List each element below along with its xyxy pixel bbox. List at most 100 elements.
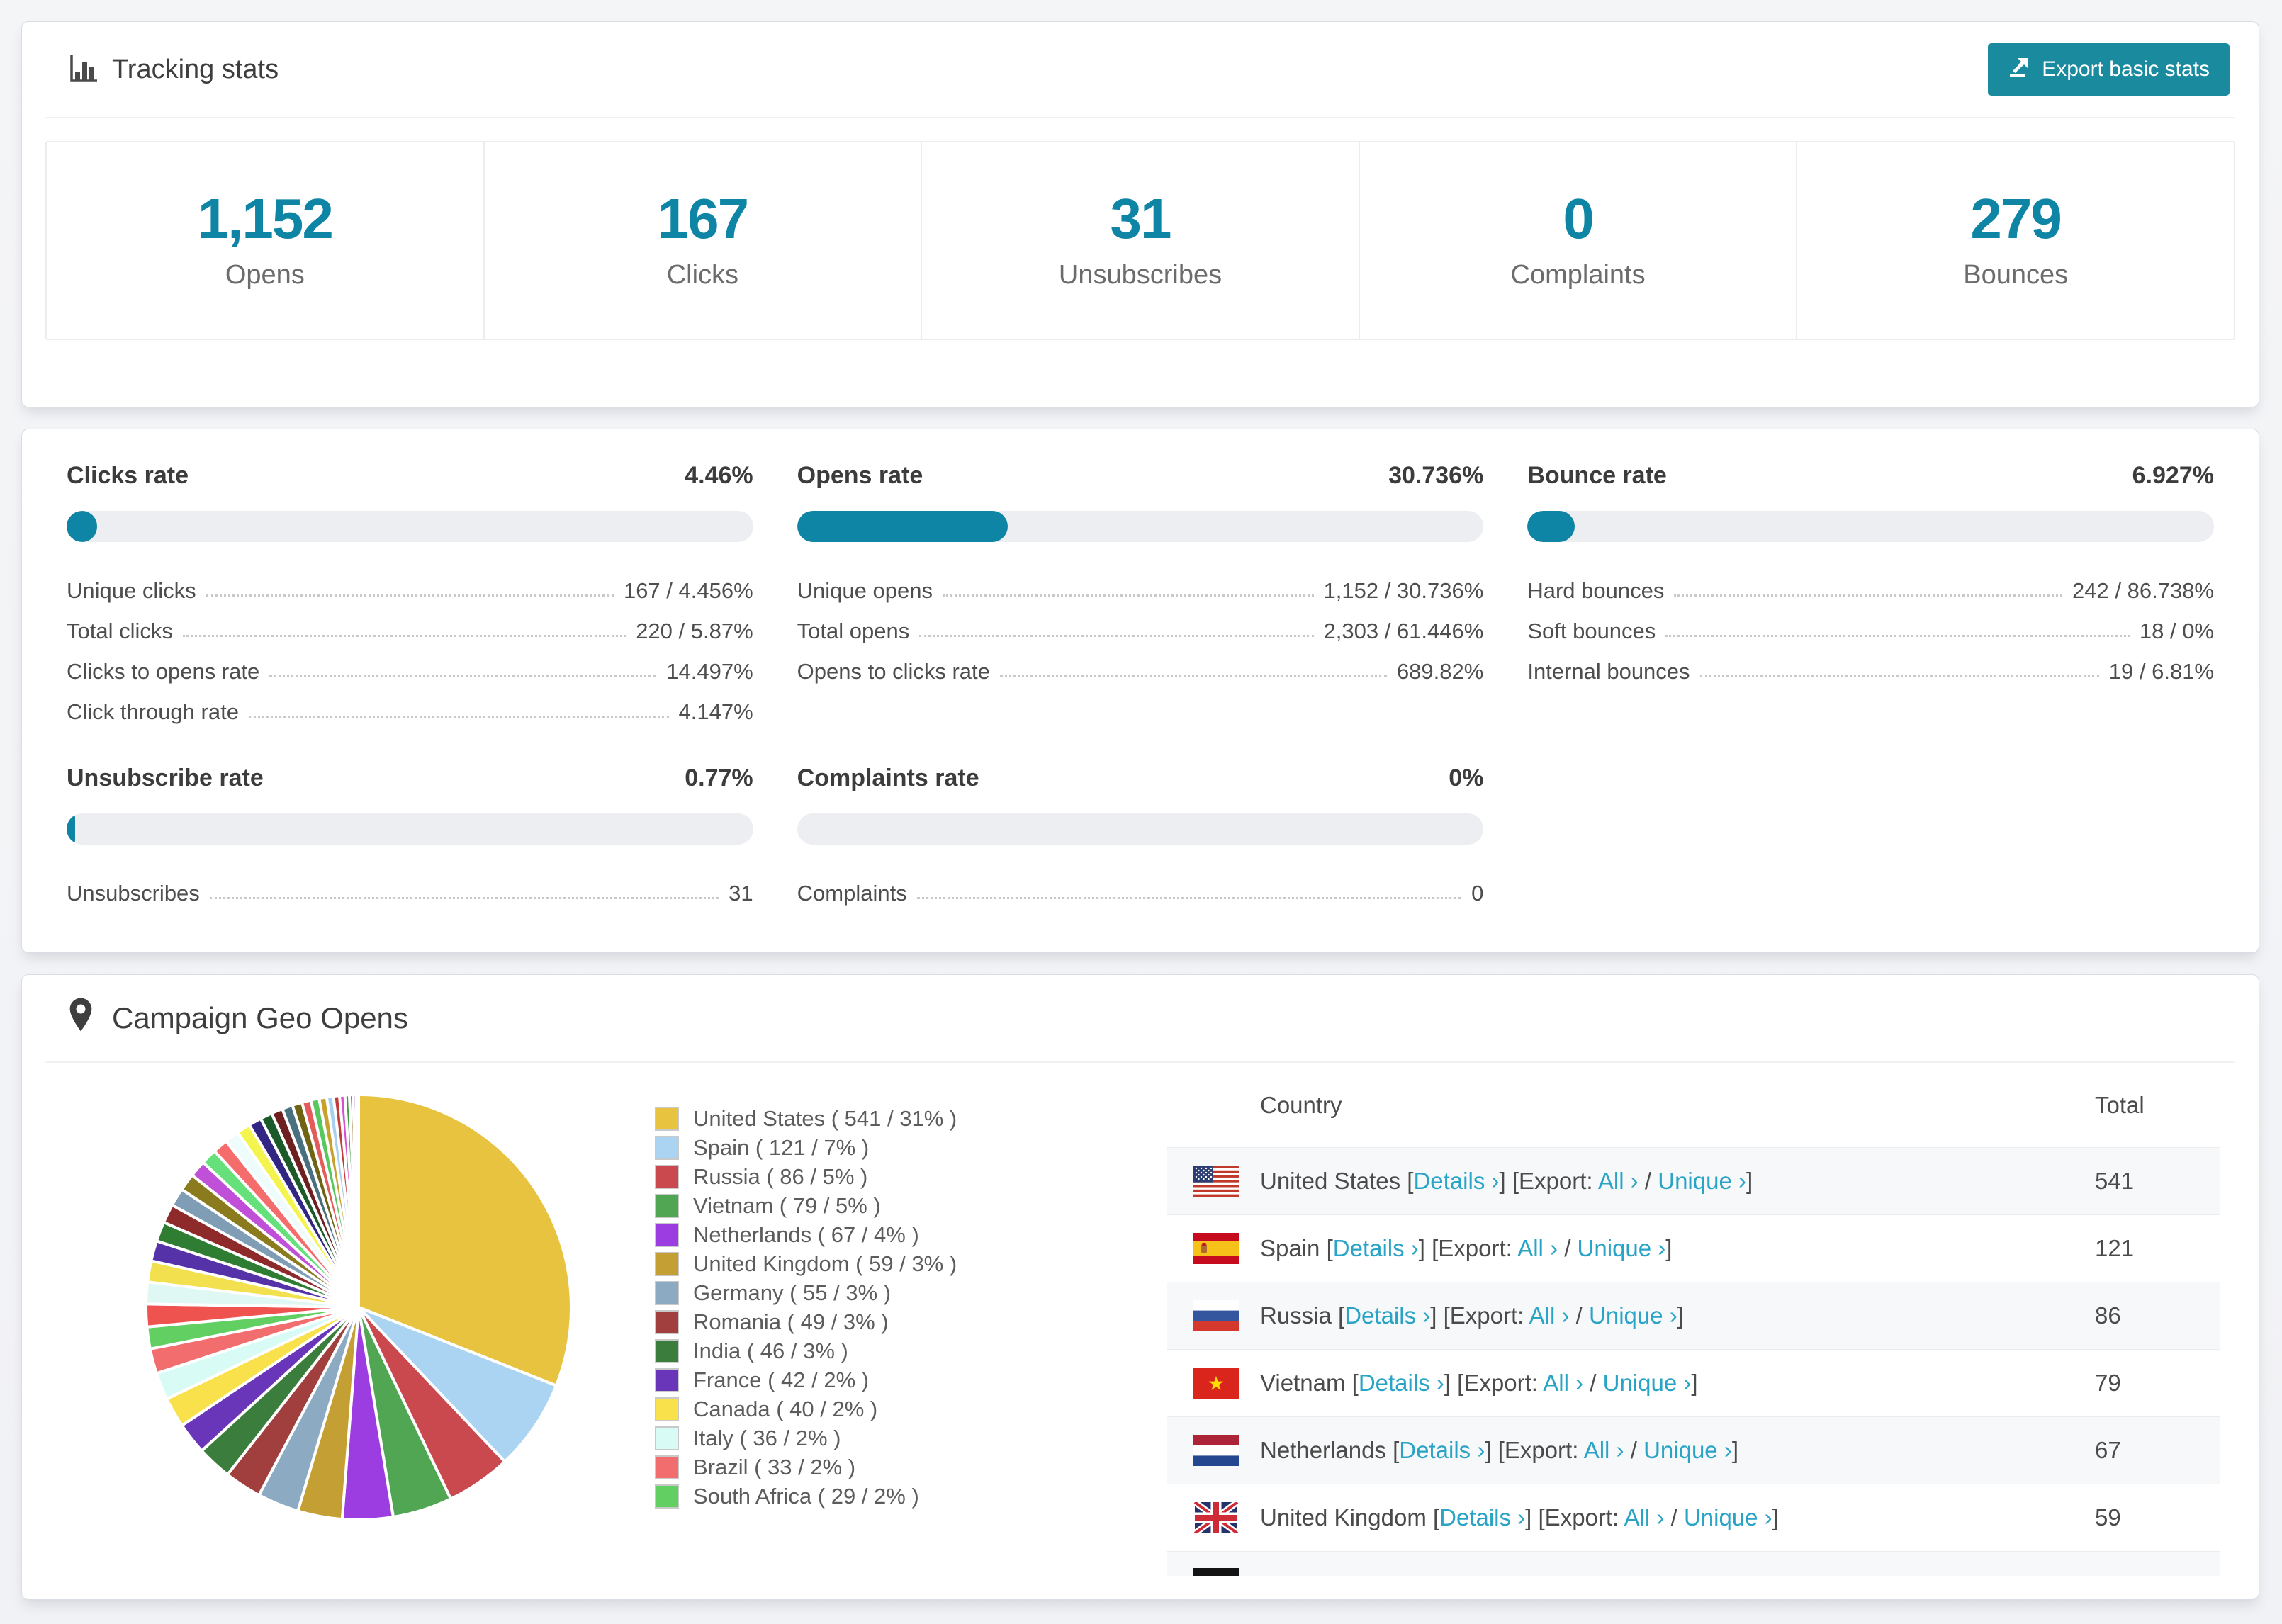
rate-stat-value: 0: [1471, 881, 1484, 906]
export-unique-link[interactable]: Unique ›: [1658, 1168, 1746, 1194]
rate-stat-label: Complaints: [797, 881, 907, 906]
geo-table-row: United States [Details ›] [Export: All ›…: [1167, 1148, 2220, 1215]
rate-stat-row: Opens to clicks rate 689.82%: [797, 644, 1484, 684]
flag-us-icon: [1193, 1166, 1239, 1197]
legend-label: United Kingdom ( 59 / 3% ): [693, 1251, 957, 1276]
dotted-leader: [209, 897, 719, 899]
export-all-link[interactable]: All ›: [1517, 1235, 1558, 1261]
legend-label: Brazil ( 33 / 2% ): [693, 1454, 856, 1479]
campaign-geo-opens-card: Campaign Geo Opens United States ( 541 /…: [21, 974, 2259, 1600]
rate-progress-bar: [67, 511, 753, 542]
tracking-stats-header: Tracking stats Export basic stats: [45, 22, 2235, 118]
rate-stat-row: Unique opens 1,152 / 30.736%: [797, 563, 1484, 604]
geo-table: Country Total United States [Details ›] …: [1167, 1063, 2220, 1576]
column-country: Country: [1260, 1091, 1342, 1118]
dotted-leader: [182, 635, 626, 637]
legend-item: France ( 42 / 2% ): [655, 1365, 957, 1394]
country-cell: United States [Details ›] [Export: All ›…: [1260, 1168, 1753, 1194]
rate-title: Bounce rate: [1527, 462, 1667, 489]
legend-swatch: [655, 1193, 679, 1218]
rate-stat-label: Click through rate: [67, 699, 239, 724]
geo-table-header: Country Total: [1167, 1063, 2220, 1148]
total-cell: 59: [2095, 1504, 2121, 1530]
geo-body: United States ( 541 / 31% ) Spain ( 121 …: [22, 1063, 2259, 1599]
rates-grid: Clicks rate 4.46% Unique clicks 167 / 4.…: [22, 429, 2259, 906]
stat-value: 31: [1110, 187, 1171, 250]
legend-swatch: [655, 1280, 679, 1305]
card-title: Tracking stats: [112, 54, 279, 84]
export-all-link[interactable]: All ›: [1543, 1370, 1583, 1396]
rate-stat-row: Internal bounces 19 / 6.81%: [1527, 644, 2214, 684]
export-all-link[interactable]: All ›: [1584, 1437, 1624, 1463]
rate-value: 0.77%: [685, 765, 753, 791]
geo-table-row-clipped: [1167, 1552, 2220, 1576]
rate-section: Opens rate 30.736% Unique opens 1,152 / …: [797, 462, 1484, 725]
legend-item: Romania ( 49 / 3% ): [655, 1307, 957, 1336]
legend-label: India ( 46 / 3% ): [693, 1338, 848, 1363]
geo-title: Campaign Geo Opens: [112, 1001, 408, 1034]
rate-value: 30.736%: [1388, 462, 1484, 489]
rate-stat-row: Soft bounces 18 / 0%: [1527, 604, 2214, 644]
geo-table-row: Vietnam [Details ›] [Export: All › / Uni…: [1167, 1350, 2220, 1417]
stat-box: 1,152 Opens: [47, 142, 483, 339]
geo-pie-chart[interactable]: [139, 1088, 578, 1527]
legend-label: Germany ( 55 / 3% ): [693, 1280, 892, 1305]
country-cell: Vietnam [Details ›] [Export: All › / Uni…: [1260, 1370, 1698, 1396]
export-unique-link[interactable]: Unique ›: [1589, 1302, 1677, 1329]
legend-label: Spain ( 121 / 7% ): [693, 1134, 870, 1160]
rate-stat-label: Opens to clicks rate: [797, 659, 990, 684]
rate-stat-label: Unique opens: [797, 578, 933, 603]
dotted-leader: [919, 635, 1314, 637]
legend-label: United States ( 541 / 31% ): [693, 1105, 957, 1131]
rate-section: Complaints rate 0% Complaints 0: [797, 765, 1484, 906]
rate-stat-label: Unique clicks: [67, 578, 196, 603]
country-cell: United Kingdom [Details ›] [Export: All …: [1260, 1504, 1779, 1530]
legend-swatch: [655, 1338, 679, 1363]
legend-swatch: [655, 1164, 679, 1189]
rate-stat-value: 18 / 0%: [2139, 619, 2214, 643]
details-link[interactable]: Details ›: [1344, 1302, 1430, 1329]
tracking-stats-title-group: Tracking stats: [67, 53, 279, 86]
flag-ru-icon: [1193, 1300, 1239, 1331]
stat-value: 167: [657, 187, 749, 250]
geo-table-row: United Kingdom [Details ›] [Export: All …: [1167, 1484, 2220, 1552]
rate-stat-row: Complaints 0: [797, 866, 1484, 906]
export-unique-link[interactable]: Unique ›: [1578, 1235, 1666, 1261]
country-cell: Spain [Details ›] [Export: All › / Uniqu…: [1260, 1235, 1673, 1261]
rate-progress-bar: [797, 813, 1484, 845]
details-link[interactable]: Details ›: [1413, 1168, 1499, 1194]
export-unique-link[interactable]: Unique ›: [1643, 1437, 1732, 1463]
details-link[interactable]: Details ›: [1359, 1370, 1444, 1396]
flag-es-icon: [1193, 1233, 1239, 1264]
pie-legend: United States ( 541 / 31% ) Spain ( 121 …: [655, 1104, 957, 1511]
legend-swatch: [655, 1455, 679, 1479]
details-link[interactable]: Details ›: [1439, 1504, 1525, 1530]
legend-label: Italy ( 36 / 2% ): [693, 1425, 841, 1450]
legend-label: Russia ( 86 / 5% ): [693, 1163, 868, 1189]
total-cell: 541: [2095, 1168, 2135, 1194]
dotted-leader: [206, 594, 614, 597]
flag-de-icon: [1193, 1568, 1239, 1576]
export-all-link[interactable]: All ›: [1598, 1168, 1639, 1194]
export-all-link[interactable]: All ›: [1624, 1504, 1665, 1530]
details-link[interactable]: Details ›: [1399, 1437, 1485, 1463]
stat-box: 0 Complaints: [1358, 142, 1797, 339]
rate-value: 6.927%: [2132, 462, 2214, 489]
rate-progress-fill: [1527, 511, 1575, 542]
export-unique-link[interactable]: Unique ›: [1603, 1370, 1692, 1396]
export-basic-stats-button[interactable]: Export basic stats: [1988, 43, 2230, 96]
details-link[interactable]: Details ›: [1333, 1235, 1419, 1261]
geo-table-row: Russia [Details ›] [Export: All › / Uniq…: [1167, 1282, 2220, 1350]
rate-stat-value: 14.497%: [666, 659, 753, 684]
geo-header: Campaign Geo Opens: [45, 975, 2235, 1063]
legend-item: Spain ( 121 / 7% ): [655, 1133, 957, 1162]
stat-value: 279: [1970, 187, 2062, 250]
stat-label: Bounces: [1963, 260, 2069, 290]
export-unique-link[interactable]: Unique ›: [1684, 1504, 1772, 1530]
export-all-link[interactable]: All ›: [1529, 1302, 1570, 1329]
rate-stat-label: Clicks to opens rate: [67, 659, 260, 684]
country-cell: Netherlands [Details ›] [Export: All › /…: [1260, 1437, 1738, 1463]
legend-swatch: [655, 1484, 679, 1509]
rates-card: Clicks rate 4.46% Unique clicks 167 / 4.…: [21, 429, 2259, 953]
rate-progress-bar: [67, 813, 753, 845]
